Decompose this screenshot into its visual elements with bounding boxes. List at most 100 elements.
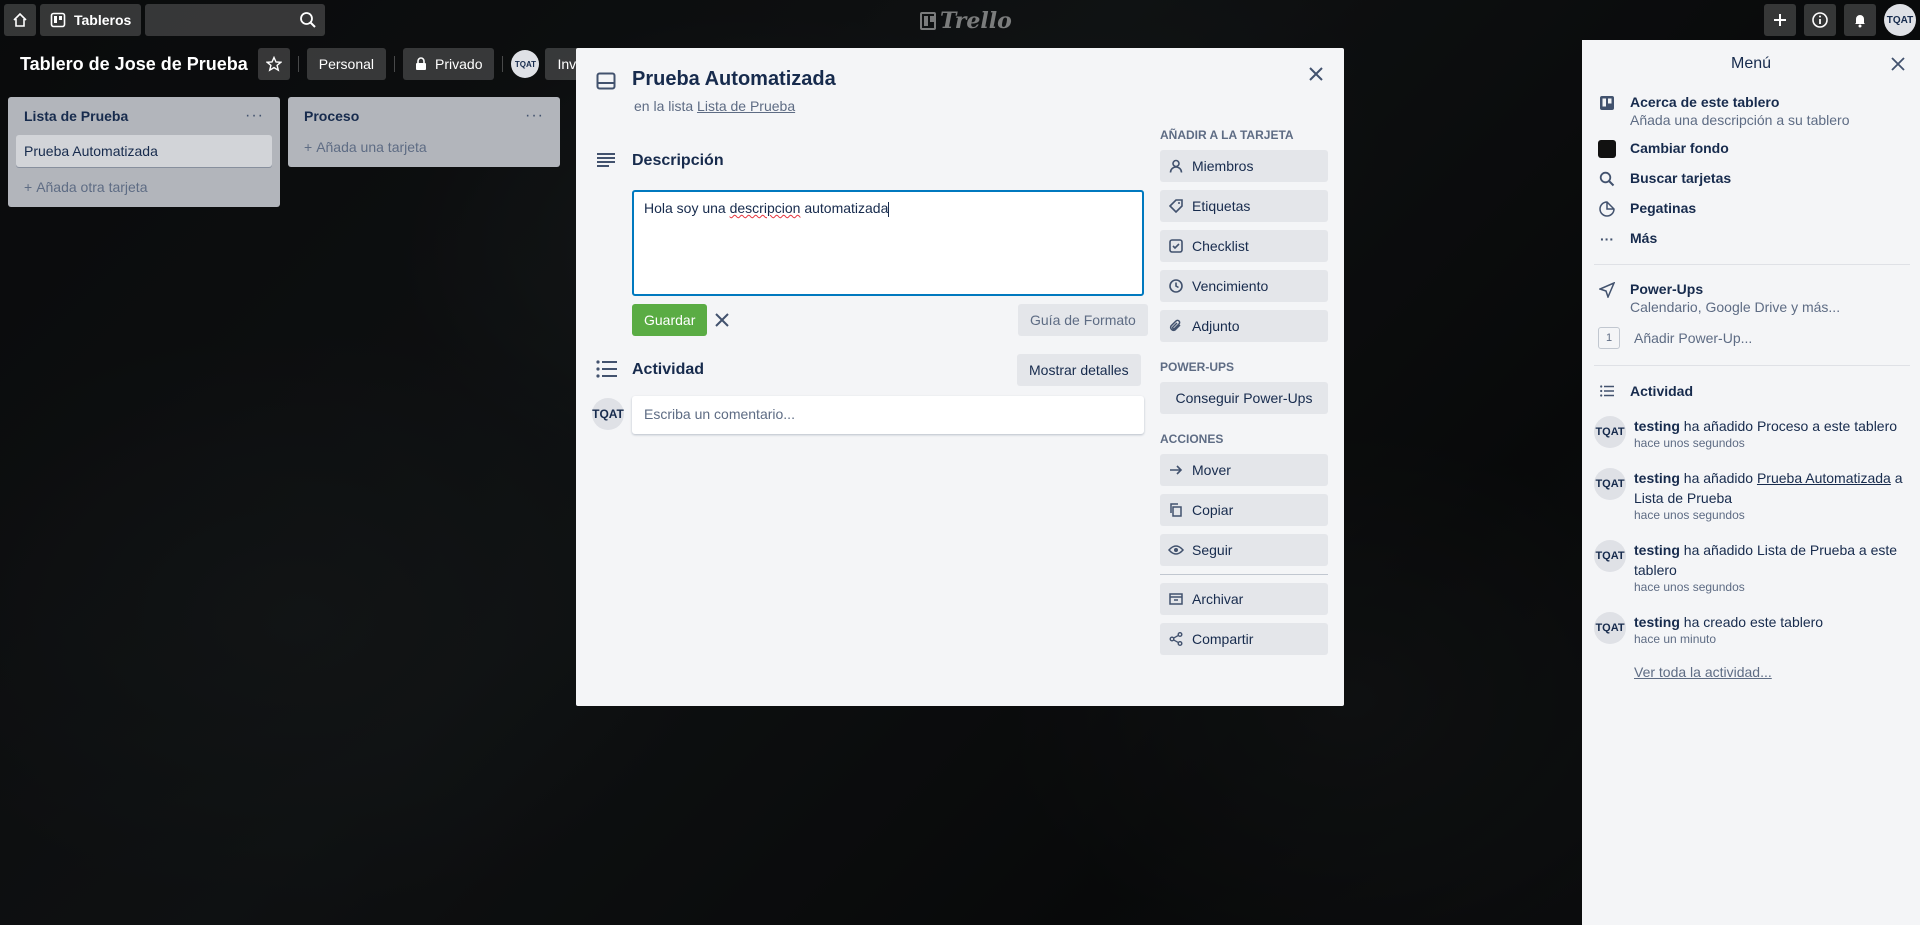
share-button[interactable]: Compartir (1160, 623, 1328, 655)
powerups-item[interactable]: Power-Ups Calendario, Google Drive y más… (1594, 275, 1910, 321)
boards-button[interactable]: Tableros (40, 4, 142, 36)
board-title[interactable]: Tablero de Jose de Prueba (0, 54, 258, 75)
plus-icon: + (304, 139, 313, 155)
activity-time[interactable]: hace unos segundos (1634, 580, 1910, 594)
activity-user[interactable]: testing (1634, 470, 1680, 486)
card-title[interactable]: Prueba Automatizada (632, 68, 836, 91)
team-visibility-button[interactable]: Personal (306, 48, 387, 80)
activity-time[interactable]: hace unos segundos (1634, 508, 1910, 522)
user-avatar[interactable]: TQAT (1884, 4, 1916, 36)
stickers-label: Pegatinas (1630, 200, 1697, 216)
close-menu-icon[interactable] (1888, 54, 1908, 74)
about-board-title: Acerca de este tablero (1630, 94, 1780, 110)
trello-logo[interactable]: Trello (920, 8, 1012, 34)
info-icon (1811, 11, 1829, 29)
list-card[interactable]: Prueba Automatizada (16, 135, 272, 167)
activity-card-link[interactable]: Prueba Automatizada (1757, 470, 1891, 486)
activity-avatar[interactable]: TQAT (1594, 540, 1626, 572)
divider (297, 56, 299, 72)
comment-input[interactable]: Escriba un comentario... (632, 396, 1144, 434)
comment-avatar: TQAT (592, 398, 624, 430)
description-text: Hola soy una (644, 200, 730, 216)
checkbox-icon (1168, 238, 1184, 254)
cancel-edit-icon[interactable] (712, 310, 732, 330)
star-icon (265, 56, 282, 72)
add-card-button[interactable]: + Añada otra tarjeta (16, 175, 272, 199)
powerups-title: Power-Ups (1630, 281, 1704, 297)
description-heading: Descripción (632, 152, 724, 169)
activity-text: ha añadido (1679, 470, 1757, 486)
close-modal-icon[interactable] (1304, 62, 1328, 86)
list-title[interactable]: Proceso (304, 108, 359, 124)
list-link[interactable]: Lista de Prueba (697, 98, 795, 114)
search-icon[interactable] (299, 11, 317, 29)
attachment-button[interactable]: Adjunto (1160, 310, 1328, 342)
description-textarea[interactable]: Hola soy una descripcion automatizada (632, 190, 1144, 296)
save-button[interactable]: Guardar (632, 304, 708, 336)
add-card-label: Añada otra tarjeta (36, 179, 148, 195)
text-caret (888, 201, 890, 217)
labels-button[interactable]: Etiquetas (1160, 190, 1328, 222)
activity-time[interactable]: hace un minuto (1634, 632, 1823, 646)
copy-button[interactable]: Copiar (1160, 494, 1328, 526)
create-button[interactable] (1764, 4, 1796, 36)
add-powerup-label: Añadir Power-Up... (1634, 330, 1753, 346)
about-board-item[interactable]: Acerca de este tablero Añada una descrip… (1594, 88, 1910, 134)
stickers-item[interactable]: Pegatinas (1594, 194, 1910, 224)
copy-icon (1168, 502, 1184, 518)
activity-user[interactable]: testing (1634, 542, 1680, 558)
background-swatch-icon (1598, 140, 1616, 158)
activity-avatar[interactable]: TQAT (1594, 468, 1626, 500)
activity-text: ha añadido Proceso a este tablero (1679, 418, 1898, 434)
header-search-input[interactable] (145, 4, 326, 36)
members-button[interactable]: Miembros (1160, 150, 1328, 182)
info-button[interactable] (1804, 4, 1836, 36)
list-menu-icon[interactable]: ··· (525, 107, 544, 125)
due-date-button[interactable]: Vencimiento (1160, 270, 1328, 302)
header-right-actions: TQAT (1764, 4, 1916, 36)
description-icon (596, 152, 616, 168)
move-button[interactable]: Mover (1160, 454, 1328, 486)
activity-text: ha creado este tablero (1679, 614, 1824, 630)
about-board-subtitle: Añada una descripción a su tablero (1630, 112, 1850, 128)
activity-list-icon (1598, 382, 1616, 400)
format-guide-button[interactable]: Guía de Formato (1018, 304, 1148, 336)
activity-avatar[interactable]: TQAT (1594, 612, 1626, 644)
add-powerup-item[interactable]: 1 Añadir Power-Up... (1594, 321, 1910, 355)
more-item[interactable]: ··· Más (1594, 224, 1910, 254)
search-cards-item[interactable]: Buscar tarjetas (1594, 164, 1910, 194)
add-card-button[interactable]: + Añada una tarjeta (296, 135, 552, 159)
person-icon (1168, 158, 1184, 174)
change-background-item[interactable]: Cambiar fondo (1594, 134, 1910, 164)
show-details-button[interactable]: Mostrar detalles (1017, 354, 1141, 386)
misspelled-word: descripcion (729, 200, 801, 216)
notifications-button[interactable] (1844, 4, 1876, 36)
search-cards-label: Buscar tarjetas (1630, 170, 1732, 186)
board-member-avatar[interactable]: TQAT (511, 50, 540, 78)
home-button[interactable] (4, 4, 36, 36)
boards-label: Tableros (74, 12, 132, 28)
activity-user[interactable]: testing (1634, 418, 1680, 434)
menu-content: Acerca de este tablero Añada una descrip… (1594, 88, 1910, 680)
divider (1594, 264, 1910, 265)
watch-button[interactable]: Seguir (1160, 534, 1328, 566)
activity-avatar[interactable]: TQAT (1594, 416, 1626, 448)
star-button[interactable] (257, 48, 290, 80)
activity-time[interactable]: hace unos segundos (1634, 436, 1897, 450)
list-title[interactable]: Lista de Prueba (24, 108, 128, 124)
archive-button[interactable]: Archivar (1160, 583, 1328, 615)
archive-icon (1168, 591, 1184, 607)
checklist-button[interactable]: Checklist (1160, 230, 1328, 262)
search-icon (1598, 170, 1616, 188)
archive-label: Archivar (1192, 591, 1244, 607)
privacy-button[interactable]: Privado (403, 48, 495, 80)
list-menu-icon[interactable]: ··· (245, 107, 264, 125)
activity-title: Actividad (1630, 383, 1694, 399)
activity-icon (596, 360, 618, 378)
menu-title: Menú (1730, 54, 1772, 72)
see-all-activity-link[interactable]: Ver toda la actividad... (1594, 664, 1910, 680)
card-list-info: en la lista Lista de Prueba (634, 98, 795, 114)
activity-entry: TQAT testing ha añadido Prueba Automatiz… (1594, 464, 1910, 526)
activity-user[interactable]: testing (1634, 614, 1680, 630)
get-powerups-button[interactable]: Conseguir Power-Ups (1160, 382, 1328, 414)
